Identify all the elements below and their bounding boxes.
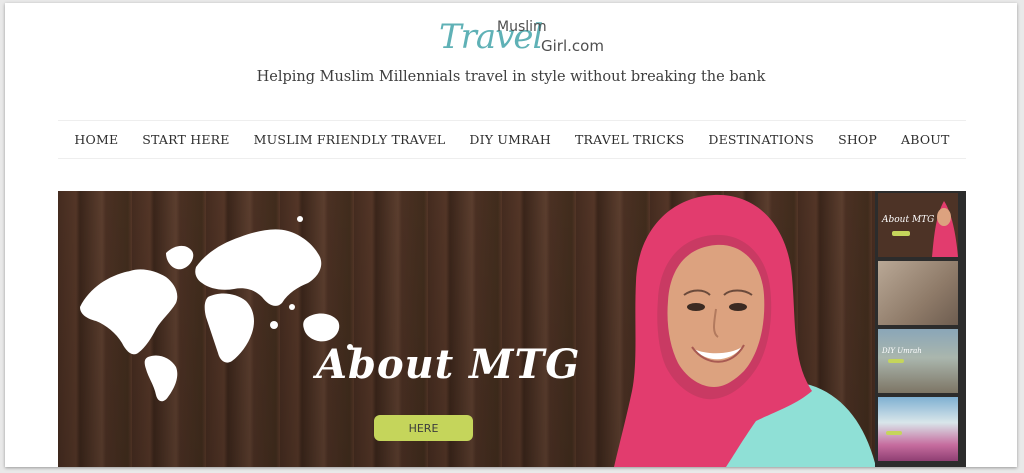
site-tagline: Helping Muslim Millennials travel in sty… [256, 69, 766, 85]
hero-slide[interactable]: About MTG HERE [58, 191, 875, 467]
logo-girl-text: Girl.com [541, 37, 604, 55]
thumbnail-label: About MTG [882, 215, 935, 225]
nav-item-start-here[interactable]: START HERE [130, 132, 241, 147]
nav-item-about[interactable]: ABOUT [889, 132, 962, 147]
thumbnail-slide-2[interactable] [878, 261, 958, 325]
nav-item-diy-umrah[interactable]: DIY UMRAH [457, 132, 563, 147]
logo-muslim-text: Muslim [497, 19, 547, 35]
woman-thumb-icon [932, 201, 958, 257]
main-navigation: HOME START HERE MUSLIM FRIENDLY TRAVEL D… [58, 120, 966, 159]
thumbnail-slide-4[interactable] [878, 397, 958, 461]
thumbnail-label: DIY Umrah [882, 347, 922, 355]
hero-title: About MTG [316, 341, 581, 388]
thumbnail-about-mtg[interactable]: About MTG [878, 193, 958, 257]
nav-item-home[interactable]: HOME [62, 132, 130, 147]
site-logo[interactable]: Travel Muslim Girl.com [435, 7, 605, 61]
nav-item-shop[interactable]: SHOP [826, 132, 889, 147]
thumbnail-mini-button [892, 231, 910, 236]
thumbnail-mini-button [888, 359, 904, 363]
thumbnail-mini-button [886, 431, 902, 435]
nav-item-muslim-friendly-travel[interactable]: MUSLIM FRIENDLY TRAVEL [242, 132, 458, 147]
nav-item-destinations[interactable]: DESTINATIONS [696, 132, 826, 147]
hero-here-button[interactable]: HERE [374, 415, 473, 441]
nav-item-travel-tricks[interactable]: TRAVEL TRICKS [563, 132, 696, 147]
woman-photo [614, 194, 875, 467]
slide-thumbnails: About MTG DIY Umrah [875, 191, 966, 467]
thumbnail-diy-umrah[interactable]: DIY Umrah [878, 329, 958, 393]
page-frame: Travel Muslim Girl.com Helping Muslim Mi… [5, 3, 1017, 467]
